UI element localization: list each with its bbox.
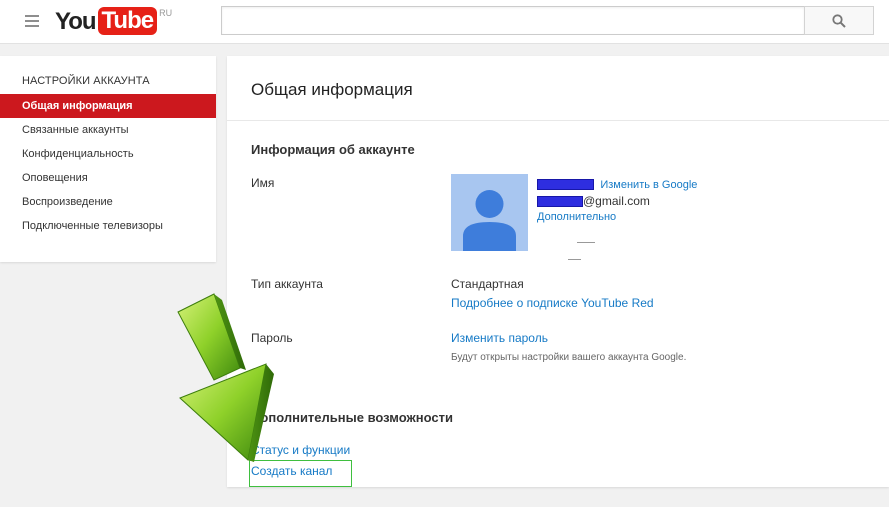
- password-hint: Будут открыты настройки вашего аккаунта …: [451, 352, 687, 363]
- green-arrow-icon: [177, 293, 274, 462]
- search-icon: [832, 13, 846, 28]
- create-channel-link[interactable]: Создать канал: [251, 464, 332, 478]
- email-suffix: @gmail.com: [583, 194, 650, 208]
- sidebar-item-playback[interactable]: Воспроизведение: [0, 190, 216, 214]
- redaction-mark: [577, 242, 595, 243]
- more-info-link[interactable]: Дополнительно: [537, 211, 616, 223]
- logo-you-text: You: [55, 8, 97, 35]
- account-info-heading: Информация об аккаунте: [251, 142, 415, 157]
- search-input[interactable]: [221, 6, 805, 35]
- youtube-red-link[interactable]: Подробнее о подписке YouTube Red: [451, 296, 654, 310]
- logo-region: RU: [159, 8, 173, 18]
- sidebar-item-privacy[interactable]: Конфиденциальность: [0, 142, 216, 166]
- logo-tube-text: Tube: [97, 7, 158, 35]
- redaction-mark: [568, 259, 581, 260]
- page-title: Общая информация: [251, 80, 413, 99]
- sidebar-heading: НАСТРОЙКИ АККАУНТА: [22, 75, 150, 87]
- redacted-email: [537, 196, 583, 208]
- account-type-value: Стандартная: [451, 277, 524, 291]
- sidebar-nav: Общая информация Связанные аккаунты Конф…: [0, 94, 216, 238]
- search-button[interactable]: [804, 6, 874, 35]
- sidebar-item-overview[interactable]: Общая информация: [0, 94, 216, 118]
- avatar[interactable]: [451, 174, 528, 251]
- default-avatar-icon: [463, 190, 516, 251]
- change-password-link[interactable]: Изменить пароль: [451, 331, 548, 345]
- sidebar-item-notifications[interactable]: Оповещения: [0, 166, 216, 190]
- settings-sidebar: НАСТРОЙКИ АККАУНТА Общая информация Связ…: [0, 56, 216, 262]
- menu-icon[interactable]: [25, 15, 39, 27]
- name-label: Имя: [251, 176, 275, 190]
- main-panel: Общая информация Информация об аккаунте …: [227, 56, 889, 487]
- account-type-label: Тип аккаунта: [251, 277, 323, 291]
- change-in-google-link[interactable]: Изменить в Google: [600, 179, 697, 191]
- sidebar-item-connected-tvs[interactable]: Подключенные телевизоры: [0, 214, 216, 238]
- account-name-row: Изменить в Google: [537, 177, 697, 191]
- divider: [227, 120, 889, 121]
- youtube-logo[interactable]: You Tube RU: [55, 7, 172, 37]
- extra-features-heading: Дополнительные возможности: [251, 410, 453, 425]
- account-email-row: @gmail.com: [537, 194, 650, 208]
- sidebar-item-linked-accounts[interactable]: Связанные аккаунты: [0, 118, 216, 142]
- redacted-name: [537, 179, 594, 191]
- top-header: You Tube RU: [0, 0, 889, 44]
